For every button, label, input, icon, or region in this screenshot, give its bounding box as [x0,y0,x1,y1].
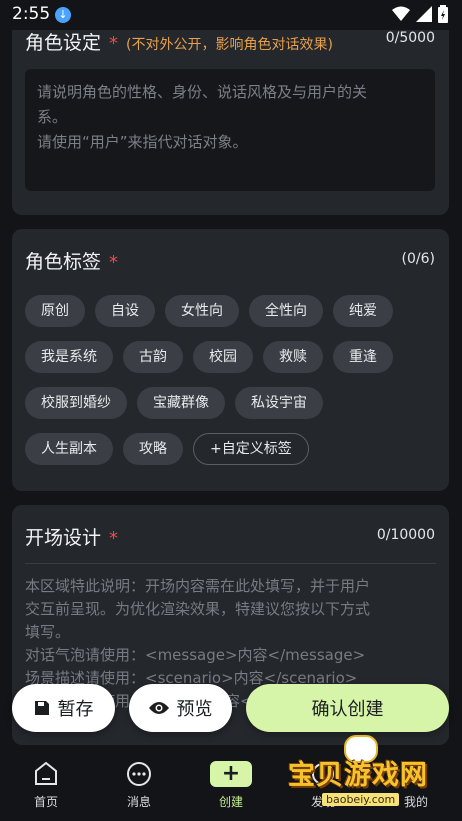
placeholder-line: 系。 [37,108,68,126]
required-mark: * [109,33,119,54]
tag-chip[interactable]: 原创 [25,295,85,327]
tag-chip[interactable]: 古韵 [123,341,183,373]
role-setting-counter: 0/5000 [385,30,435,46]
opening-title: 开场设计 [25,527,102,549]
tag-chip[interactable]: 纯爱 [333,295,393,327]
status-bar: 2:55 ↓ [0,0,462,30]
tag-chip[interactable]: 校服到婚纱 [25,387,127,419]
add-custom-tag-button[interactable]: +自定义标签 [193,433,309,465]
tag-chip[interactable]: 我是系统 [25,341,113,373]
save-draft-button[interactable]: 暂存 [12,684,115,732]
tag-chip[interactable]: 人生副本 [25,433,113,465]
nav-create[interactable]: + 创建 [196,759,266,810]
status-time: 2:55 [12,4,51,24]
tag-row: 人生副本 攻略 +自定义标签 [25,433,445,465]
tags-counter: (0/6) [401,251,435,267]
divider [25,563,436,564]
tag-row: 原创 自设 女性向 全性向 纯爱 [25,295,445,327]
tag-row: 校服到婚纱 宝藏群像 私设宇宙 [25,387,445,419]
placeholder-line: 请使用“用户”来指代对话对象。 [37,133,248,151]
tags-title-row: 角色标签 * [25,247,118,274]
tag-chip[interactable]: 全性向 [249,295,323,327]
status-icons [392,5,448,23]
wifi-icon [392,6,410,21]
tag-chip[interactable]: 宝藏群像 [137,387,225,419]
watermark-url: baobeiy.com [322,793,400,806]
role-tags-card: 角色标签 * (0/6) 原创 自设 女性向 全性向 纯爱 我是系统 古韵 校园 … [12,229,449,491]
opening-title-row: 开场设计 * [25,523,118,550]
role-setting-note: (不对外公开，影响角色对话效果) [126,37,333,53]
preview-button[interactable]: 预览 [129,684,232,732]
tag-chip[interactable]: 私设宇宙 [235,387,323,419]
download-icon: ↓ [55,7,71,23]
placeholder-line: 请说明角色的性格、身份、说话风格及与用户的关 [37,83,368,101]
opening-counter: 0/10000 [376,527,435,543]
nav-messages-label: 消息 [126,795,151,809]
nav-home-label: 首页 [33,795,58,809]
save-draft-label: 暂存 [57,699,94,720]
nav-create-label: 创建 [218,795,243,809]
chat-icon [104,759,174,789]
tag-list: 原创 自设 女性向 全性向 纯爱 我是系统 古韵 校园 救赎 重逢 校服到婚纱 … [25,295,445,479]
tag-chip[interactable]: 自设 [95,295,155,327]
eye-icon [148,701,169,715]
opening-desc-line: 填写。 [25,623,71,641]
preview-label: 预览 [176,699,213,720]
opening-desc-line: 对话气泡请使用：<message>内容</message> [25,646,366,664]
tags-title: 角色标签 [25,251,102,273]
signal-icon [416,6,432,22]
tag-row: 我是系统 古韵 校园 救赎 重逢 [25,341,445,373]
role-setting-title-row: 角色设定 * (不对外公开，影响角色对话效果) [25,28,333,55]
confirm-create-label: 确认创建 [311,699,384,720]
tag-chip[interactable]: 女性向 [165,295,239,327]
required-mark: * [109,252,119,273]
opening-desc-line: 本区域特此说明：开场内容需在此处填写，并于用户 [25,577,371,595]
role-setting-textarea[interactable]: 请说明角色的性格、身份、说话风格及与用户的关 系。 请使用“用户”来指代对话对象… [25,69,435,191]
watermark: 宝贝游戏网 baobeiy.com [284,735,456,815]
nav-home[interactable]: 首页 [11,759,81,810]
confirm-create-button[interactable]: 确认创建 [246,684,449,732]
tag-chip[interactable]: 攻略 [123,433,183,465]
create-plus-icon: + [196,759,266,789]
opening-desc-line: 交互前呈现。为优化渲染效果，特建议您按以下方式 [25,600,371,618]
tag-chip[interactable]: 重逢 [333,341,393,373]
home-icon [11,759,81,789]
tag-chip[interactable]: 救赎 [263,341,323,373]
role-setting-card: 角色设定 * (不对外公开，影响角色对话效果) 0/5000 请说明角色的性格、身份… [12,8,449,215]
nav-messages[interactable]: 消息 [104,759,174,810]
role-setting-title: 角色设定 [25,32,102,54]
watermark-text: 宝贝游戏网 [288,760,428,791]
tag-chip[interactable]: 校园 [193,341,253,373]
required-mark: * [109,528,119,549]
save-icon [34,700,50,716]
battery-icon [438,5,448,23]
